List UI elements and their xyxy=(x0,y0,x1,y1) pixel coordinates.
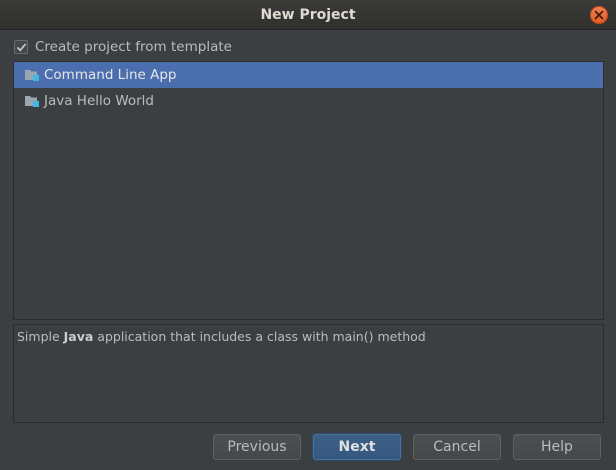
dialog-title: New Project xyxy=(260,7,356,23)
next-button[interactable]: Next xyxy=(313,434,401,460)
close-icon xyxy=(594,10,604,20)
template-item-label: Command Line App xyxy=(44,67,177,83)
cancel-button[interactable]: Cancel xyxy=(413,434,501,460)
create-from-template-checkbox[interactable] xyxy=(14,40,28,54)
new-project-dialog: New Project Create project from template… xyxy=(0,0,616,470)
folder-icon xyxy=(24,68,40,82)
previous-button[interactable]: Previous xyxy=(213,434,301,460)
create-from-template-label[interactable]: Create project from template xyxy=(35,39,232,55)
template-item-java-hello-world[interactable]: Java Hello World xyxy=(14,88,603,114)
template-item-label: Java Hello World xyxy=(44,93,155,109)
template-list[interactable]: Command Line App Java Hello World xyxy=(13,61,604,320)
description-suffix: application that includes a class with m… xyxy=(93,329,426,344)
checkmark-icon xyxy=(16,43,27,52)
folder-icon xyxy=(24,94,40,108)
title-bar: New Project xyxy=(0,0,616,30)
create-from-template-option[interactable]: Create project from template xyxy=(14,38,232,56)
template-item-command-line-app[interactable]: Command Line App xyxy=(14,62,603,88)
template-description: Simple Java application that includes a … xyxy=(13,324,604,423)
help-button[interactable]: Help xyxy=(513,434,601,460)
description-language: Java xyxy=(63,329,94,344)
description-prefix: Simple xyxy=(17,329,64,344)
close-button[interactable] xyxy=(590,6,608,24)
